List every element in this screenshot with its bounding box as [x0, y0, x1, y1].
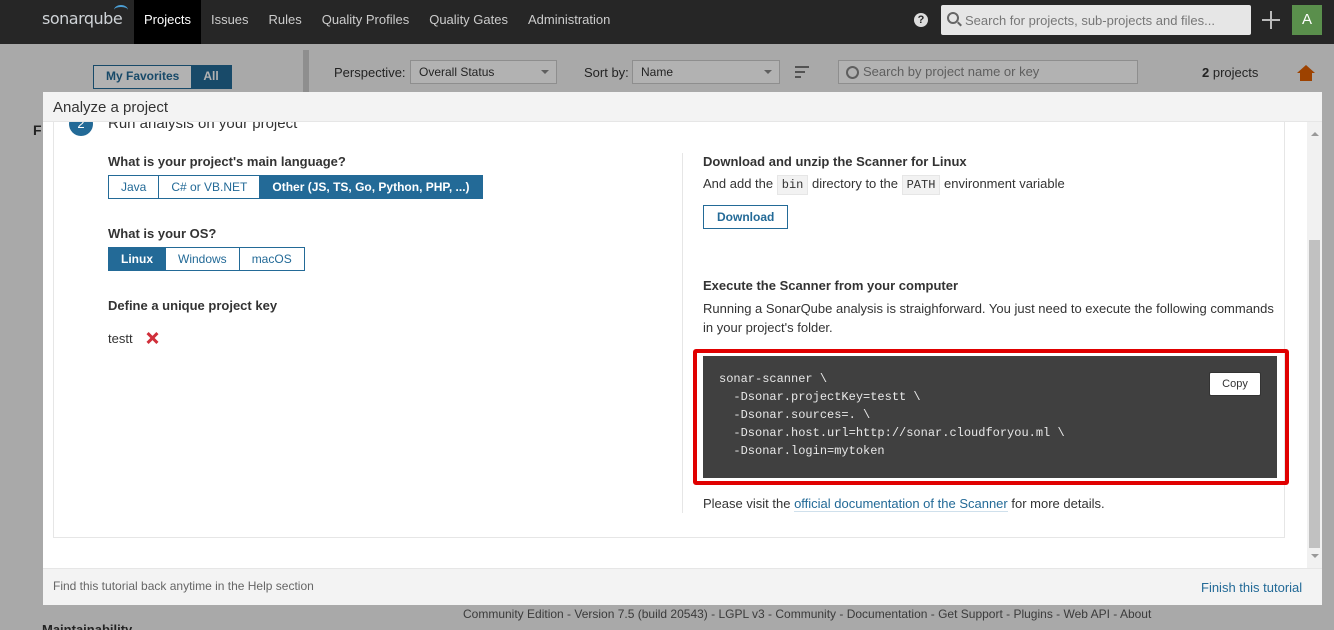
step-title: Run analysis on your project: [108, 122, 298, 132]
step-number-badge: 2: [69, 122, 93, 136]
os-windows[interactable]: Windows: [165, 247, 240, 271]
os-options: Linux Windows macOS: [108, 247, 305, 271]
docs-note: Please visit the official documentation …: [703, 496, 1105, 512]
execute-text: Running a SonarQube analysis is straighf…: [703, 301, 1274, 335]
os-macos[interactable]: macOS: [238, 247, 305, 271]
help-icon[interactable]: ?: [914, 13, 928, 27]
modal-body: 2 Run analysis on your project What is y…: [43, 122, 1322, 568]
remove-key-icon[interactable]: [146, 332, 158, 344]
top-navbar: sonarqube Projects Issues Rules Quality …: [0, 0, 1334, 44]
copy-button[interactable]: Copy: [1209, 372, 1261, 396]
column-divider: [682, 153, 683, 513]
search-icon: [947, 12, 959, 24]
add-to-path-text: And add the bin directory to the PATH en…: [703, 174, 1065, 195]
step-panel: 2 Run analysis on your project What is y…: [53, 122, 1289, 538]
help-section-note: Find this tutorial back anytime in the H…: [53, 579, 314, 593]
sonarqube-logo[interactable]: sonarqube: [42, 5, 129, 28]
nav-rules[interactable]: Rules: [259, 0, 312, 44]
modal-header: Analyze a project: [43, 92, 1322, 122]
download-title: Download and unzip the Scanner for Linux: [703, 154, 967, 169]
language-question: What is your project's main language?: [108, 154, 346, 169]
modal-footer: Find this tutorial back anytime in the H…: [43, 568, 1322, 605]
main-nav: Projects Issues Rules Quality Profiles Q…: [134, 0, 620, 44]
nav-quality-gates[interactable]: Quality Gates: [419, 0, 518, 44]
modal-title: Analyze a project: [53, 99, 169, 116]
nav-projects[interactable]: Projects: [134, 0, 201, 44]
os-linux[interactable]: Linux: [108, 247, 166, 271]
nav-issues[interactable]: Issues: [201, 0, 259, 44]
modal-scrollbar[interactable]: [1307, 122, 1322, 568]
nav-administration[interactable]: Administration: [518, 0, 620, 44]
scanner-command[interactable]: sonar-scanner \ -Dsonar.projectKey=testt…: [719, 370, 1065, 460]
project-key-value: testt: [108, 331, 133, 346]
analyze-project-modal: Analyze a project 2 Run analysis on your…: [43, 92, 1322, 605]
language-other[interactable]: Other (JS, TS, Go, Python, PHP, ...): [259, 175, 483, 199]
os-question: What is your OS?: [108, 226, 217, 241]
scroll-up-arrow-icon[interactable]: [1311, 128, 1319, 136]
global-search[interactable]: [941, 5, 1251, 35]
language-java[interactable]: Java: [108, 175, 160, 199]
scroll-down-arrow-icon[interactable]: [1311, 554, 1319, 562]
scanner-docs-link[interactable]: official documentation of the Scanner: [794, 496, 1008, 512]
execute-title: Execute the Scanner from your computer: [703, 278, 959, 293]
logo-wave-icon: [114, 5, 129, 15]
finish-tutorial-link[interactable]: Finish this tutorial: [1201, 580, 1302, 595]
global-search-input[interactable]: [965, 5, 1245, 35]
project-key-question: Define a unique project key: [108, 298, 278, 313]
download-button[interactable]: Download: [703, 205, 789, 229]
bin-code: bin: [776, 175, 809, 195]
language-csharp[interactable]: C# or VB.NET: [158, 175, 261, 199]
create-plus-icon[interactable]: [1262, 11, 1280, 29]
language-options: Java C# or VB.NET Other (JS, TS, Go, Pyt…: [108, 175, 483, 199]
path-code: PATH: [901, 175, 941, 195]
nav-quality-profiles[interactable]: Quality Profiles: [312, 0, 419, 44]
scanner-command-block[interactable]: sonar-scanner \ -Dsonar.projectKey=testt…: [703, 356, 1277, 478]
modal-scroll-thumb[interactable]: [1309, 240, 1320, 548]
user-avatar[interactable]: A: [1292, 5, 1322, 35]
